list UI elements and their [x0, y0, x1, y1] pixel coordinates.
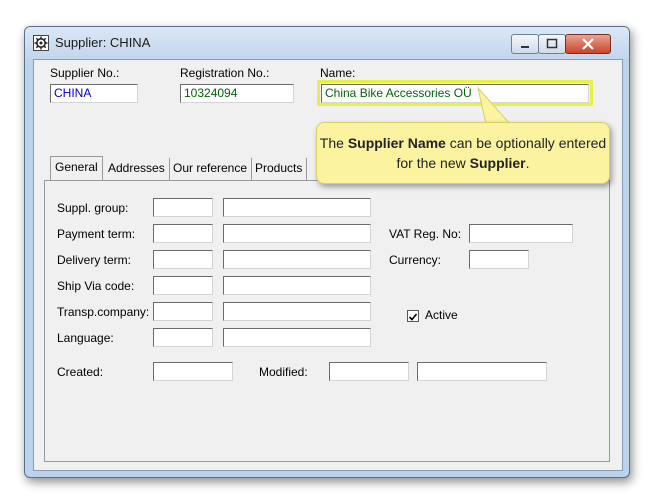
callout-text-3: . — [525, 155, 530, 171]
callout-bold-supplier-name: Supplier Name — [347, 135, 446, 151]
callout-text-1: The — [319, 135, 348, 151]
modified-date-field[interactable] — [329, 362, 409, 381]
language-code-field[interactable] — [153, 328, 213, 347]
general-tab-panel: Suppl. group: Payment term: Delivery ter… — [44, 180, 610, 462]
ship-via-code-field[interactable] — [153, 276, 213, 295]
active-label: Active — [425, 308, 458, 322]
payment-term-desc-field[interactable] — [223, 224, 371, 243]
vat-reg-label: VAT Reg. No: — [389, 227, 462, 241]
tab-general[interactable]: General — [50, 156, 103, 181]
delivery-term-desc-field[interactable] — [223, 250, 371, 269]
vat-reg-field[interactable] — [469, 224, 573, 243]
maximize-button[interactable] — [538, 34, 566, 54]
delivery-term-code-field[interactable] — [153, 250, 213, 269]
transp-company-label: Transp.company: — [57, 305, 150, 319]
title-bar[interactable]: Supplier: CHINA — [25, 27, 629, 59]
minimize-icon — [521, 46, 529, 48]
transp-company-code-field[interactable] — [153, 302, 213, 321]
gear-icon — [33, 35, 49, 51]
maximize-icon — [546, 38, 558, 49]
created-label: Created: — [57, 365, 104, 379]
registration-no-field[interactable]: 10324094 — [180, 84, 294, 103]
registration-no-label: Registration No.: — [180, 66, 270, 80]
suppl-group-desc-field[interactable] — [223, 198, 371, 217]
ship-via-desc-field[interactable] — [223, 276, 371, 295]
delivery-term-label: Delivery term: — [57, 253, 132, 267]
tab-addresses[interactable]: Addresses — [104, 158, 170, 180]
minimize-button[interactable] — [511, 34, 539, 54]
callout-tooltip: The Supplier Name can be optionally ente… — [316, 122, 610, 184]
created-field[interactable] — [153, 362, 233, 381]
name-label: Name: — [320, 66, 356, 80]
callout-pointer — [477, 86, 512, 125]
modified-label: Modified: — [259, 365, 308, 379]
suppl-group-label: Suppl. group: — [57, 201, 129, 215]
currency-field[interactable] — [469, 250, 529, 269]
transp-company-desc-field[interactable] — [223, 302, 371, 321]
modified-by-field[interactable] — [417, 362, 547, 381]
tab-products[interactable]: Products — [251, 158, 308, 180]
currency-label: Currency: — [389, 253, 442, 267]
payment-term-code-field[interactable] — [153, 224, 213, 243]
payment-term-label: Payment term: — [57, 227, 136, 241]
close-icon — [582, 38, 594, 50]
tab-our-reference[interactable]: Our reference — [169, 158, 253, 180]
supplier-window: Supplier: CHINA Supplier No.: CHINA Regi… — [24, 26, 630, 478]
active-checkbox[interactable] — [407, 310, 419, 322]
supplier-no-label: Supplier No.: — [50, 66, 120, 80]
language-label: Language: — [57, 331, 114, 345]
window-client-area: Supplier No.: CHINA Registration No.: 10… — [33, 59, 623, 471]
ship-via-label: Ship Via code: — [57, 279, 135, 293]
window-title: Supplier: CHINA — [55, 35, 151, 50]
close-button[interactable] — [565, 34, 611, 54]
supplier-no-field[interactable]: CHINA — [50, 84, 138, 103]
callout-bold-supplier: Supplier — [469, 155, 526, 171]
suppl-group-code-field[interactable] — [153, 198, 213, 217]
name-field[interactable]: China Bike Accessories OÜ — [321, 84, 589, 103]
language-desc-field[interactable] — [223, 328, 371, 347]
checkmark-icon — [408, 313, 418, 321]
